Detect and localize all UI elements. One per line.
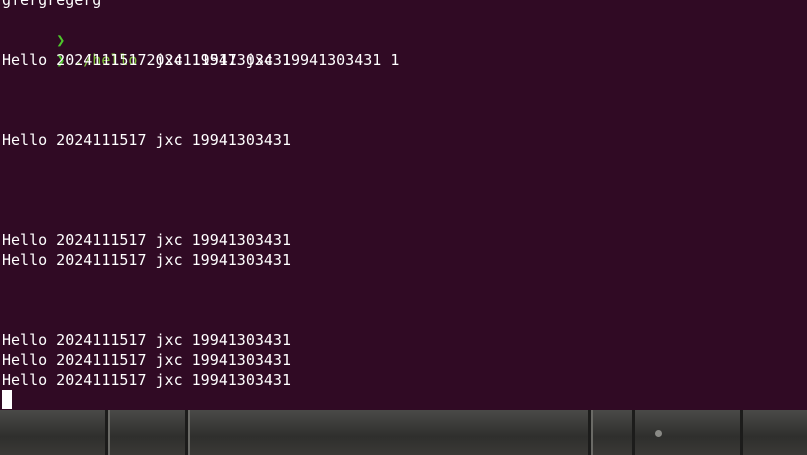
wood-plank-seam — [632, 410, 635, 455]
wood-plank-highlight — [108, 410, 110, 455]
output-line: Hello 2024111517 jxc 19941303431 — [2, 51, 291, 69]
output-line: Hello 2024111517 jxc 19941303431 — [2, 351, 291, 369]
output-line: Hello 2024111517 jxc 19941303431 — [2, 231, 291, 249]
desktop-wallpaper — [0, 410, 807, 455]
wood-plank-seam — [740, 410, 743, 455]
output-line: Hello 2024111517 jxc 19941303431 — [2, 371, 291, 389]
text-cursor — [2, 390, 12, 409]
screen: gfergregerg ❯ ❯ ./hello 2024111517 jxc 1… — [0, 0, 807, 455]
terminal-window[interactable]: gfergregerg ❯ ❯ ./hello 2024111517 jxc 1… — [0, 0, 807, 410]
command-line: ❯ ./hello 2024111517 jxc 19941303431 1 — [2, 30, 399, 69]
output-line: Hello 2024111517 jxc 19941303431 — [2, 251, 291, 269]
previous-output-line: gfergregerg — [2, 0, 102, 9]
output-line: Hello 2024111517 jxc 19941303431 — [2, 331, 291, 349]
output-line: Hello 2024111517 jxc 19941303431 — [2, 131, 291, 149]
prompt-line-empty: ❯ — [2, 10, 65, 49]
bolt-icon — [655, 430, 662, 437]
wood-plank-highlight — [591, 410, 593, 455]
wood-plank-highlight — [188, 410, 190, 455]
